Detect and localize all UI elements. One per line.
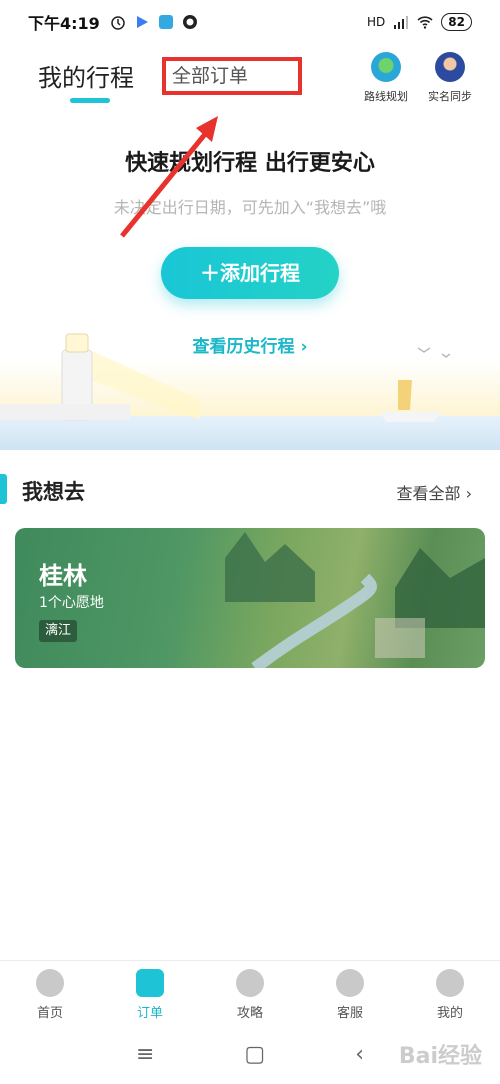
all-orders-tab[interactable]: 全部订单	[162, 57, 302, 95]
tab-guide-label: 攻略	[236, 1006, 263, 1021]
wishlist-title: 我想去	[22, 480, 85, 504]
wishlist-section-header: 我想去 查看全部 ›	[0, 468, 500, 508]
view-all-link[interactable]: 查看全部 ›	[397, 480, 473, 504]
tab-orders[interactable]: 订单	[100, 961, 200, 1024]
tab-service[interactable]: 客服	[300, 961, 400, 1024]
home-button[interactable]: ▢	[244, 1042, 265, 1067]
page-title[interactable]: 我的行程	[38, 58, 134, 93]
order-icon	[136, 969, 164, 997]
play-icon	[136, 16, 148, 28]
route-planning-label: 路线规划	[364, 90, 408, 103]
tab-profile-label: 我的	[436, 1006, 463, 1021]
wish-count: 1个心愿地	[39, 595, 104, 611]
guide-icon	[236, 969, 264, 997]
q-icon	[182, 15, 197, 29]
app-icon	[158, 15, 173, 29]
service-icon	[336, 969, 364, 997]
avatar-icon	[435, 52, 465, 82]
profile-icon	[436, 969, 464, 997]
status-bar: 下午4:19 HD 82	[0, 0, 500, 44]
alarm-icon	[111, 16, 125, 30]
section-accent-bar	[0, 474, 7, 504]
tab-profile[interactable]: 我的	[400, 961, 500, 1024]
route-planning-button[interactable]: 路线规划	[356, 52, 416, 104]
pier	[0, 404, 130, 420]
hero-title: 快速规划行程 出行更安心	[125, 151, 375, 176]
destination-card[interactable]: 桂林 1个心愿地 漓江	[15, 528, 485, 668]
realname-sync-label: 实名同步	[428, 90, 472, 103]
watermark-logo: Bai经验	[398, 1044, 482, 1069]
wifi-icon	[417, 16, 433, 29]
boat-hull	[380, 412, 442, 422]
destination-name: 桂林	[39, 562, 87, 590]
header: 我的行程 全部订单 路线规划 实名同步	[0, 50, 500, 110]
tab-home-label: 首页	[36, 1006, 63, 1021]
tab-orders-label: 订单	[136, 1006, 163, 1021]
battery-level: 82	[441, 13, 472, 31]
hero-subtitle: 未决定出行日期，可先加入“我想去”哦	[113, 198, 387, 217]
tab-guide[interactable]: 攻略	[200, 961, 300, 1024]
menu-button[interactable]: ≡	[136, 1042, 154, 1067]
realname-sync-button[interactable]: 实名同步	[420, 52, 480, 104]
bottom-tab-bar: 首页 订单 攻略 客服 我的	[0, 960, 500, 1024]
back-button[interactable]: ‹	[355, 1042, 364, 1067]
tab-home[interactable]: 首页	[0, 961, 100, 1024]
signal-icon	[394, 16, 409, 29]
history-trips-link[interactable]: 查看历史行程 ›	[0, 332, 500, 357]
home-icon	[36, 969, 64, 997]
destination-tag: 漓江	[39, 620, 78, 642]
boat-sail	[398, 380, 412, 410]
status-indicators: HD 82	[367, 13, 472, 31]
add-trip-button[interactable]: ＋添加行程	[161, 247, 339, 299]
status-app-icons	[110, 14, 198, 30]
map-pin-icon	[371, 52, 401, 82]
signal-label: HD	[367, 15, 386, 29]
tab-indicator	[70, 98, 110, 103]
tab-service-label: 客服	[336, 1006, 363, 1021]
status-time: 下午4:19	[28, 14, 100, 33]
